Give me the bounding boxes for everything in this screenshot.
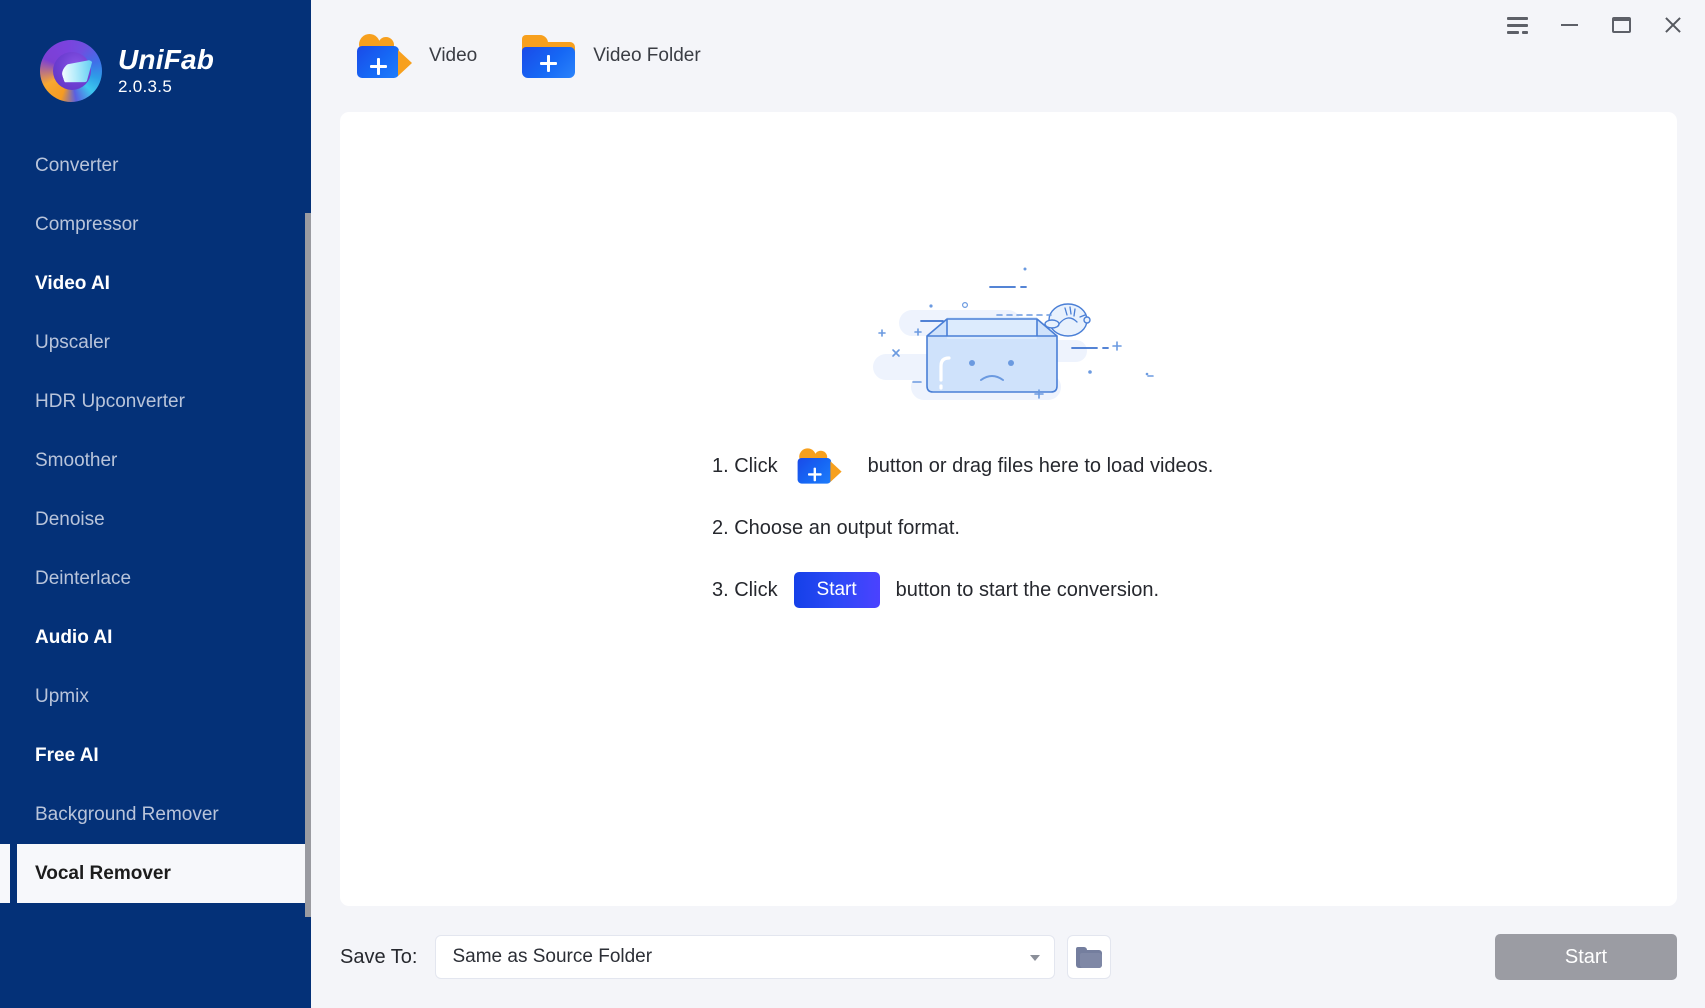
sidebar-group-audio-ai[interactable]: Audio AI <box>0 608 311 667</box>
step-2: 2. Choose an output format. <box>712 508 1213 548</box>
start-button[interactable]: Start <box>1495 934 1677 980</box>
add-video-camera-icon <box>357 34 413 78</box>
bottom-bar: Save To: Same as Source Folder Start <box>311 906 1705 1008</box>
instruction-steps: 1. Click button or drag files here to lo… <box>712 446 1213 610</box>
main-area: Video Video Folder 1. Click button or dr… <box>311 0 1705 1008</box>
sidebar-item-denoise[interactable]: Denoise <box>0 490 311 549</box>
step-1-prefix: 1. Click <box>712 454 778 477</box>
maximize-icon <box>1611 17 1631 33</box>
sidebar-item-deinterlace[interactable]: Deinterlace <box>0 549 311 608</box>
maximize-button[interactable] <box>1595 3 1647 47</box>
step-1: 1. Click button or drag files here to lo… <box>712 446 1213 486</box>
step-2-text: 2. Choose an output format. <box>712 516 960 539</box>
menu-button[interactable] <box>1491 3 1543 47</box>
minimize-icon <box>1560 24 1578 26</box>
add-video-folder-icon <box>521 34 577 78</box>
sidebar-item-converter[interactable]: Converter <box>0 136 311 195</box>
inline-start-button[interactable]: Start <box>793 572 880 608</box>
brand-name: UniFab <box>118 44 215 76</box>
window-controls <box>1491 0 1705 50</box>
add-video-button[interactable]: Video <box>357 34 477 78</box>
sidebar-item-vocal-remover[interactable]: Vocal Remover <box>0 844 311 903</box>
sidebar-item-background-remover[interactable]: Background Remover <box>0 785 311 844</box>
sidebar-item-smoother[interactable]: Smoother <box>0 431 311 490</box>
save-to-select[interactable]: Same as Source Folder <box>435 935 1056 979</box>
step-3: 3. Click Start button to start the conve… <box>712 570 1213 610</box>
step-3-prefix: 3. Click <box>712 578 778 601</box>
save-to-label: Save To: <box>340 945 418 968</box>
sidebar-item-upmix[interactable]: Upmix <box>0 667 311 726</box>
drop-zone-card[interactable]: 1. Click button or drag files here to lo… <box>340 112 1677 906</box>
folder-icon <box>1076 946 1103 968</box>
add-video-folder-label: Video Folder <box>593 45 701 66</box>
close-icon <box>1663 15 1683 35</box>
sidebar: UniFab 2.0.3.5 Converter Compressor Vide… <box>0 0 311 1008</box>
browse-folder-button[interactable] <box>1067 935 1112 979</box>
unifab-window: UniFab 2.0.3.5 Converter Compressor Vide… <box>0 0 1705 1008</box>
brand-version: 2.0.3.5 <box>118 76 173 96</box>
unifab-swirl-logo-icon <box>40 40 102 102</box>
brand: UniFab 2.0.3.5 <box>0 0 311 102</box>
empty-box-sad-face-illustration <box>872 267 1154 400</box>
add-video-folder-button[interactable]: Video Folder <box>521 34 701 78</box>
sidebar-item-compressor[interactable]: Compressor <box>0 195 311 254</box>
step-3-text: button to start the conversion. <box>895 578 1160 601</box>
sidebar-item-upscaler[interactable]: Upscaler <box>0 313 311 372</box>
save-to-value: Same as Source Folder <box>452 946 653 967</box>
chevron-down-icon <box>1030 955 1041 961</box>
step-1-text: button or drag files here to load videos… <box>867 454 1214 477</box>
sidebar-item-hdr-upconverter[interactable]: HDR Upconverter <box>0 372 311 431</box>
add-video-label: Video <box>429 45 478 66</box>
sidebar-group-free-ai[interactable]: Free AI <box>0 726 311 785</box>
sidebar-nav: Converter Compressor Video AI Upscaler H… <box>0 136 311 903</box>
sidebar-group-video-ai[interactable]: Video AI <box>0 254 311 313</box>
minimize-button[interactable] <box>1543 3 1595 47</box>
add-video-camera-icon <box>797 448 842 484</box>
hamburger-menu-icon <box>1506 16 1528 34</box>
close-button[interactable] <box>1647 3 1699 47</box>
